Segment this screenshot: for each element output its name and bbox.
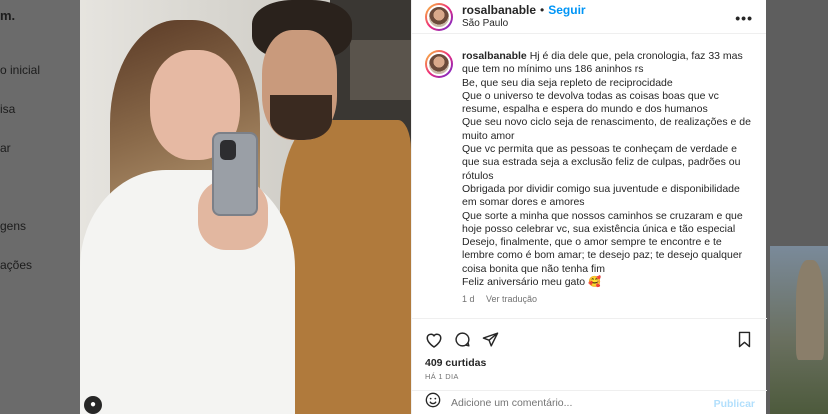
- caption-line: Que seu novo ciclo seja de renascimento,…: [462, 116, 751, 142]
- post-photo[interactable]: ●: [80, 0, 411, 414]
- photo-phone: [212, 132, 258, 216]
- sidebar-item-search[interactable]: isa: [0, 102, 15, 116]
- caption-line: Be, que seu dia seja repleto de reciproc…: [462, 76, 673, 89]
- sidebar-item-explore[interactable]: ar: [0, 141, 11, 155]
- caption-line: Desejo, finalmente, que o amor sempre te…: [462, 236, 743, 275]
- emoji-icon[interactable]: [425, 392, 441, 413]
- caption-line: Que sorte a minha que nossos caminhos se…: [462, 209, 743, 235]
- caption-time[interactable]: 1 d: [462, 294, 475, 304]
- action-bar: [412, 318, 767, 356]
- heart-icon[interactable]: [425, 331, 443, 353]
- comment-icon[interactable]: [454, 331, 471, 353]
- post-header: rosalbanable • Seguir São Paulo •••: [412, 0, 766, 34]
- location-link[interactable]: São Paulo: [462, 17, 586, 31]
- caption-meta: 1 d Ver tradução: [462, 293, 752, 306]
- sidebar: m. o inicial isa ar gens ações: [0, 0, 80, 414]
- sidebar-item-messages[interactable]: gens: [0, 219, 26, 233]
- like-count[interactable]: 409 curtidas: [425, 357, 486, 369]
- user-tag-icon[interactable]: ●: [84, 396, 102, 414]
- photo-phone-camera: [220, 140, 236, 160]
- header-username[interactable]: rosalbanable: [462, 3, 536, 17]
- photo-man-sweater: [280, 120, 411, 414]
- sidebar-item-notifications[interactable]: ações: [0, 258, 32, 272]
- more-icon[interactable]: •••: [735, 10, 753, 26]
- caption: rosalbanable Hj é dia dele que, pela cro…: [425, 50, 757, 307]
- share-icon[interactable]: [482, 331, 499, 353]
- avatar[interactable]: [425, 2, 453, 31]
- comment-input[interactable]: [451, 396, 691, 409]
- caption-line: Que o universo te devolva todas as coisa…: [462, 89, 719, 116]
- caption-line: Obrigada por dividir comigo sua juventud…: [462, 182, 740, 209]
- caption-line: Feliz aniversário meu gato 🥰: [462, 276, 602, 289]
- photo-shelf: [350, 40, 411, 100]
- translate-link[interactable]: Ver tradução: [486, 294, 537, 304]
- bookmark-icon[interactable]: [737, 331, 752, 353]
- post-time: HÁ 1 DIA: [425, 372, 459, 381]
- sidebar-item-home[interactable]: o inicial: [0, 63, 40, 77]
- caption-username[interactable]: rosalbanable: [462, 50, 527, 62]
- comment-bar: Publicar: [412, 390, 767, 414]
- header-dot: •: [540, 2, 545, 17]
- background-figure: [796, 260, 824, 360]
- post-modal: ● rosalbanable • Seguir São Paulo ••• rosa…: [80, 0, 767, 414]
- caption-line: Que vc permita que as pessoas te conheça…: [462, 143, 741, 182]
- background-feed: [766, 0, 828, 414]
- caption-avatar[interactable]: [425, 50, 453, 78]
- publish-button[interactable]: Publicar: [714, 398, 755, 410]
- app-logo: m.: [0, 8, 16, 23]
- follow-button[interactable]: Seguir: [548, 3, 585, 17]
- post-panel: rosalbanable • Seguir São Paulo ••• rosalb…: [411, 0, 767, 414]
- photo-man-beard: [270, 95, 332, 140]
